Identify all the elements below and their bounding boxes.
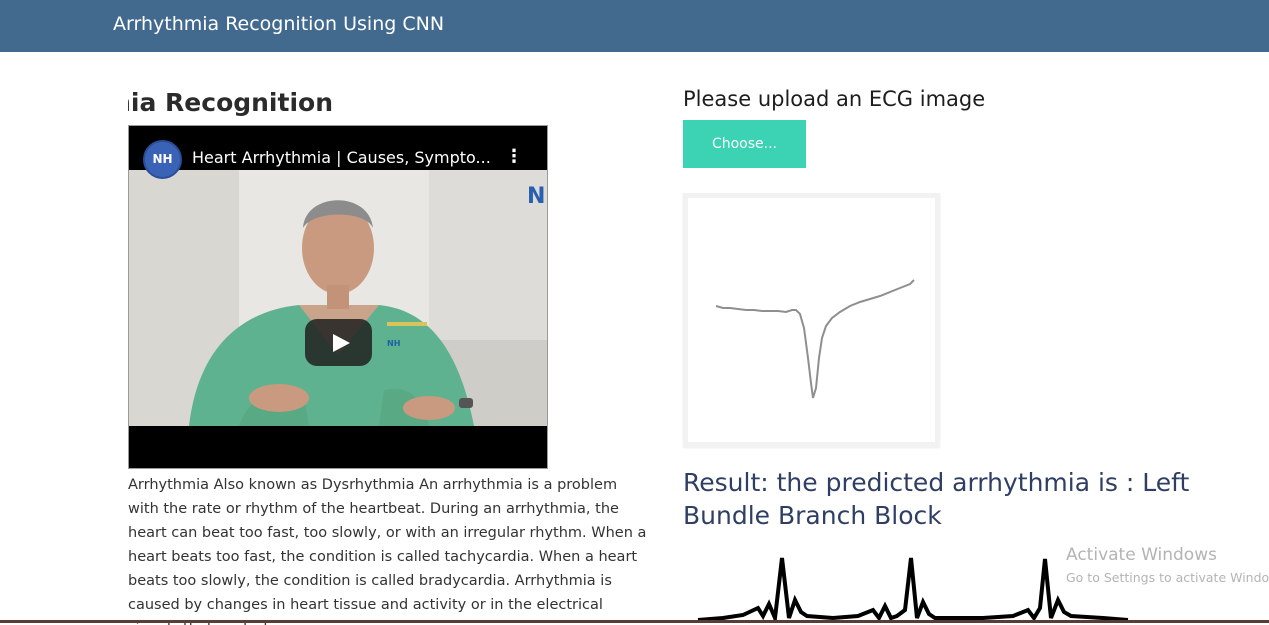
section-title: Arrhythmia Recognition	[128, 88, 333, 117]
choose-file-button[interactable]: Choose...	[683, 120, 806, 168]
channel-logo[interactable]: NH	[143, 140, 182, 179]
video-player[interactable]: NH NH Heart Arrhythmia | Causes, Sympto.…	[128, 125, 548, 469]
ecg-image-preview	[683, 193, 940, 447]
left-column: Arrhythmia Recognition NH	[128, 80, 648, 625]
svg-text:NH: NH	[387, 339, 400, 348]
video-title[interactable]: Heart Arrhythmia | Causes, Sympto...	[192, 148, 491, 167]
video-topbar: NH Heart Arrhythmia | Causes, Sympto... …	[129, 126, 547, 179]
activate-windows-title: Activate Windows	[1066, 545, 1217, 565]
play-button[interactable]	[305, 319, 372, 366]
channel-watermark: N	[527, 184, 546, 209]
video-thumbnail[interactable]: NH	[129, 170, 547, 426]
video-scene-art: NH	[129, 170, 547, 426]
upload-title: Please upload an ECG image	[683, 87, 986, 111]
prediction-result: Result: the predicted arrhythmia is : Le…	[683, 468, 1190, 530]
arrhythmia-description: Arrhythmia Also known as Dysrhythmia An …	[128, 477, 647, 625]
ecg-waveform-image	[715, 279, 915, 399]
activate-windows-subtitle: Go to Settings to activate Windows.	[1066, 570, 1269, 585]
kebab-menu-icon[interactable]: ⋮	[505, 148, 523, 166]
brand-title[interactable]: Arrhythmia Recognition Using CNN	[113, 13, 444, 35]
navbar: Arrhythmia Recognition Using CNN	[0, 0, 1269, 52]
